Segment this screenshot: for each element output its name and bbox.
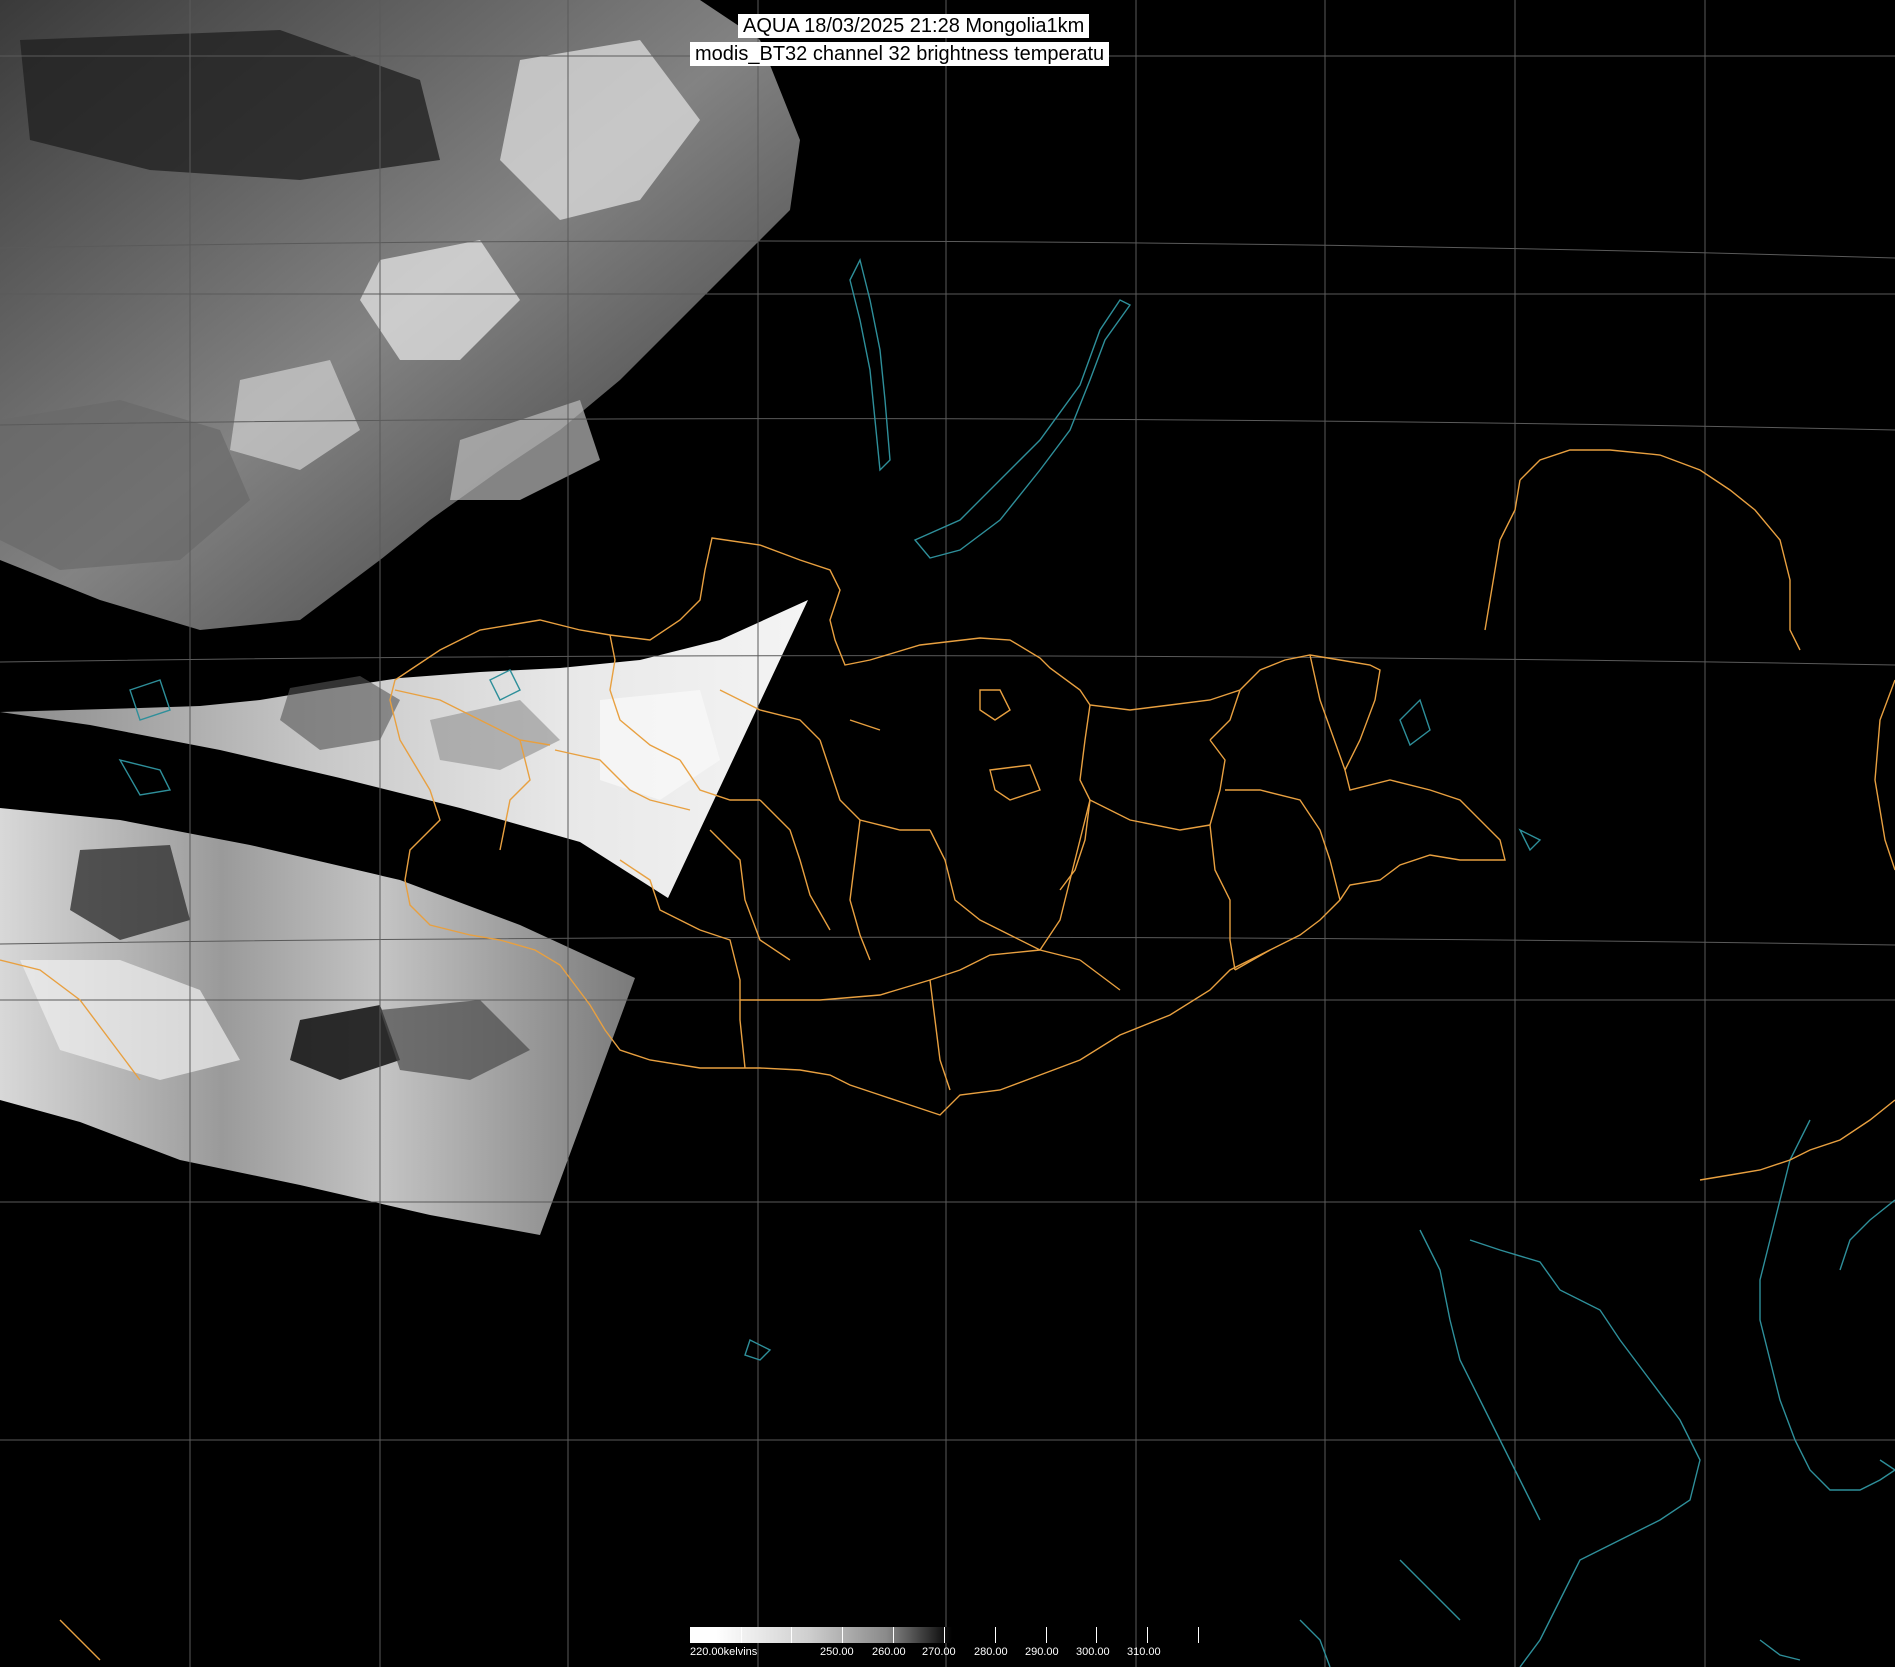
colorbar-tick xyxy=(995,1627,996,1643)
title-line-2: modis_BT32 channel 32 brightness tempera… xyxy=(690,42,1110,66)
lake-baikal xyxy=(913,299,1132,559)
colorbar-gradient xyxy=(690,1627,952,1643)
colorbar-label-290: 290.00 xyxy=(1025,1646,1059,1658)
colorbar-tick xyxy=(741,1627,742,1643)
colorbar-tick xyxy=(842,1627,843,1643)
colorbar-tick xyxy=(1096,1627,1097,1643)
map-canvas xyxy=(0,0,1895,1667)
colorbar-tick xyxy=(791,1627,792,1643)
colorbar-label-250: 250.00 xyxy=(820,1646,854,1658)
colorbar-label-300: 300.00 xyxy=(1076,1646,1110,1658)
colorbar-tick xyxy=(944,1627,945,1643)
colorbar-label-310: 310.00 xyxy=(1127,1646,1161,1658)
colorbar-tick xyxy=(690,1627,691,1643)
imagery-upper-clouds xyxy=(0,0,800,630)
colorbar-tick xyxy=(1198,1627,1199,1643)
colorbar-tick xyxy=(1046,1627,1047,1643)
colorbar-label-270: 270.00 xyxy=(922,1646,956,1658)
colorbar-label-260: 260.00 xyxy=(872,1646,906,1658)
satellite-map: AQUA 18/03/2025 21:28 Mongolia1km modis_… xyxy=(0,0,1895,1667)
colorbar-tick xyxy=(1147,1627,1148,1643)
colorbar-label-280: 280.00 xyxy=(974,1646,1008,1658)
colorbar-start-label: 220.00kelvins xyxy=(690,1646,758,1658)
title-line-1: AQUA 18/03/2025 21:28 Mongolia1km xyxy=(738,14,1090,38)
colorbar-tick xyxy=(893,1627,894,1643)
colorbar-legend: 220.00kelvins 250.00 260.00 270.00 280.0… xyxy=(690,1627,1200,1667)
